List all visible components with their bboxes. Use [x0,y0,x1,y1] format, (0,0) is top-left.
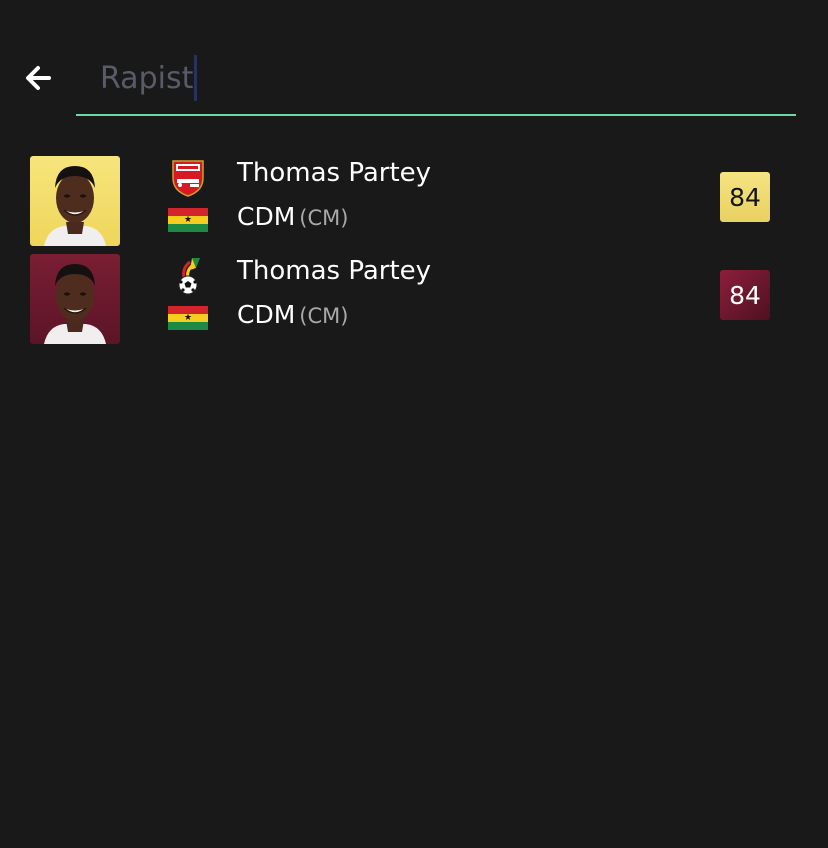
rating-badge: 84 [720,270,770,320]
alternate-position: (CM) [299,206,349,230]
alternate-position: (CM) [299,304,349,328]
player-name: Thomas Partey [237,158,432,188]
back-button[interactable] [18,58,58,98]
ghana-flag-icon: ★ [168,208,208,232]
ghana-flag-icon: ★ [168,306,208,330]
primary-position: CDM [237,300,296,329]
player-result-row[interactable]: ★ Thomas Partey CDM (CM) 84 [30,254,790,344]
arsenal-crest-icon [172,160,204,197]
text-caret [194,55,198,101]
primary-position: CDM [237,202,296,231]
player-photo [30,254,120,344]
ghana-fa-crest-icon [178,258,200,295]
player-name: Thomas Partey [237,256,432,286]
rating-badge: 84 [720,172,770,222]
player-position: CDM (CM) [237,300,348,329]
arrow-left-icon [26,66,51,90]
player-photo [30,156,120,246]
search-query-text: Rapist [100,60,194,96]
search-field[interactable]: Rapist [76,46,796,116]
search-input[interactable]: Rapist [100,55,198,101]
player-position: CDM (CM) [237,202,348,231]
player-result-row[interactable]: ★ Thomas Partey CDM (CM) 84 [30,156,790,246]
